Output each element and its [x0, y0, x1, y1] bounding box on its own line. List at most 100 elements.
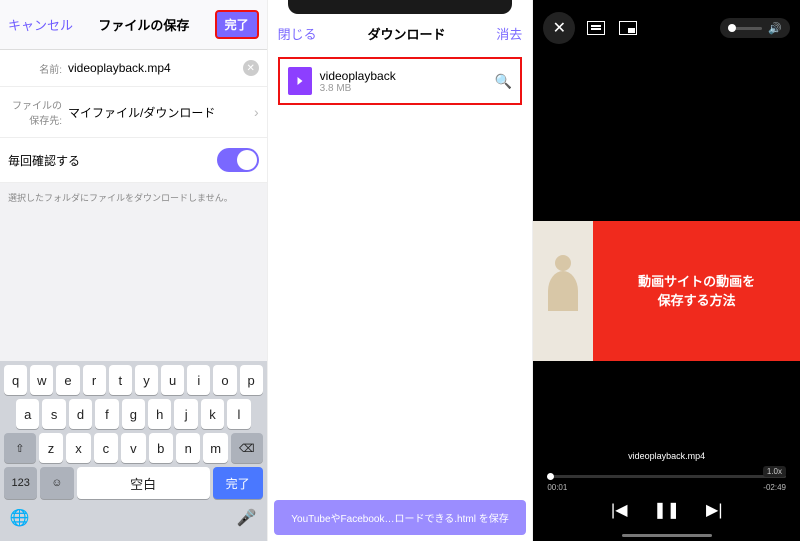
destination-row[interactable]: ファイルの保存先: マイファイル/ダウンロード ›	[0, 87, 267, 138]
filename-value[interactable]: videoplayback.mp4	[68, 61, 243, 75]
cancel-button[interactable]: キャンセル	[8, 15, 73, 34]
player-top-bar: ✕ 🔊	[533, 0, 800, 56]
video-area-bottom	[533, 361, 800, 451]
player-controls: 1.0x 00:01 -02:49 ▶| ❚❚ ▶|	[533, 467, 800, 530]
save-html-banner[interactable]: YouTubeやFacebook…ロードできる.html を保存	[274, 500, 527, 535]
progress-track[interactable]	[547, 475, 786, 478]
next-track-button[interactable]: ▶|	[706, 500, 722, 520]
video-filename: videoplayback.mp4	[533, 451, 800, 461]
key-s[interactable]: s	[42, 399, 65, 429]
key-y[interactable]: y	[135, 365, 158, 395]
keyboard: qwertyuiop asdfghjkl ⇧ zxcvbnm⌫ 123 ☺ 空白…	[0, 361, 267, 541]
reveal-file-icon[interactable]: 🔍	[495, 73, 512, 90]
emoji-key[interactable]: ☺	[40, 467, 73, 499]
confirm-label: 毎回確認する	[8, 152, 217, 169]
key-g[interactable]: g	[122, 399, 145, 429]
downloads-title: ダウンロード	[367, 24, 445, 43]
destination-label: ファイルの保存先:	[8, 97, 68, 127]
chevron-right-icon: ›	[254, 104, 259, 120]
keyboard-row-1: qwertyuiop	[4, 365, 263, 395]
volume-track[interactable]	[728, 27, 762, 30]
keyboard-system-row: 🌐 🎤	[4, 503, 263, 533]
key-m[interactable]: m	[203, 433, 227, 463]
clear-text-icon[interactable]: ✕	[243, 60, 259, 76]
numbers-key[interactable]: 123	[4, 467, 37, 499]
key-e[interactable]: e	[56, 365, 79, 395]
key-c[interactable]: c	[94, 433, 118, 463]
key-u[interactable]: u	[161, 365, 184, 395]
confirm-each-time-row: 毎回確認する	[0, 138, 267, 183]
key-t[interactable]: t	[109, 365, 132, 395]
key-w[interactable]: w	[30, 365, 53, 395]
download-item-name: videoplayback	[320, 69, 487, 83]
key-r[interactable]: r	[83, 365, 106, 395]
previous-track-button[interactable]: ▶|	[611, 500, 627, 520]
video-file-icon	[288, 67, 312, 95]
confirm-toggle[interactable]	[217, 148, 259, 172]
close-player-button[interactable]: ✕	[543, 12, 575, 44]
video-player-screen: ✕ 🔊 動画サイトの動画を 保存する方法 videoplayback.mp4 1…	[533, 0, 800, 541]
video-frame[interactable]: 動画サイトの動画を 保存する方法	[533, 221, 800, 361]
pause-button[interactable]: ❚❚	[653, 500, 680, 520]
space-key[interactable]: 空白	[77, 467, 210, 499]
keyboard-row-bottom: 123 ☺ 空白 完了	[4, 467, 263, 499]
keyboard-spacer	[39, 503, 229, 533]
sheet-grabber[interactable]	[288, 0, 513, 14]
video-frame-person	[533, 221, 593, 361]
key-x[interactable]: x	[66, 433, 90, 463]
player-top-left: ✕	[543, 12, 639, 44]
key-l[interactable]: l	[227, 399, 250, 429]
shift-key[interactable]: ⇧	[4, 433, 36, 463]
keyboard-row-2: asdfghjkl	[4, 399, 263, 429]
clear-button[interactable]: 消去	[496, 24, 522, 43]
save-file-screen: キャンセル ファイルの保存 完了 名前: videoplayback.mp4 ✕…	[0, 0, 267, 541]
spacer	[0, 212, 267, 361]
key-p[interactable]: p	[240, 365, 263, 395]
key-n[interactable]: n	[176, 433, 200, 463]
key-i[interactable]: i	[187, 365, 210, 395]
video-area-top	[533, 56, 800, 221]
keyboard-row-3: ⇧ zxcvbnm⌫	[4, 433, 263, 463]
subtitles-icon[interactable]	[585, 17, 607, 39]
delete-key[interactable]: ⌫	[231, 433, 263, 463]
download-item-info: videoplayback 3.8 MB	[320, 69, 487, 94]
key-d[interactable]: d	[69, 399, 92, 429]
time-labels: 00:01 -02:49	[547, 483, 786, 492]
downloads-header: 閉じる ダウンロード 消去	[268, 14, 533, 53]
transport-controls: ▶| ❚❚ ▶|	[547, 500, 786, 520]
close-button[interactable]: 閉じる	[278, 24, 317, 43]
downloads-screen: 閉じる ダウンロード 消去 videoplayback 3.8 MB 🔍 You…	[267, 0, 534, 541]
keyboard-done-key[interactable]: 完了	[213, 467, 263, 499]
key-b[interactable]: b	[149, 433, 173, 463]
key-f[interactable]: f	[95, 399, 118, 429]
key-o[interactable]: o	[213, 365, 236, 395]
time-remaining: -02:49	[763, 483, 786, 492]
filename-label: 名前:	[8, 61, 68, 76]
globe-key[interactable]: 🌐	[4, 503, 36, 533]
key-k[interactable]: k	[201, 399, 224, 429]
destination-value: マイファイル/ダウンロード	[68, 104, 254, 121]
key-z[interactable]: z	[39, 433, 63, 463]
spacer	[268, 105, 533, 494]
progress-bar[interactable]: 1.0x	[547, 471, 786, 481]
key-j[interactable]: j	[174, 399, 197, 429]
save-file-note: 選択したフォルダにファイルをダウンロードしません。	[0, 183, 267, 212]
video-frame-title-text: 動画サイトの動画を 保存する方法	[638, 272, 755, 311]
download-item-size: 3.8 MB	[320, 83, 487, 94]
key-h[interactable]: h	[148, 399, 171, 429]
volume-control[interactable]: 🔊	[720, 18, 790, 38]
time-current: 00:01	[547, 483, 567, 492]
key-v[interactable]: v	[121, 433, 145, 463]
save-file-title: ファイルの保存	[98, 15, 189, 34]
mic-key[interactable]: 🎤	[231, 503, 263, 533]
person-icon	[548, 271, 578, 311]
filename-row[interactable]: 名前: videoplayback.mp4 ✕	[0, 50, 267, 87]
home-indicator[interactable]	[622, 534, 712, 537]
playback-speed[interactable]: 1.0x	[763, 466, 786, 477]
key-a[interactable]: a	[16, 399, 39, 429]
download-item[interactable]: videoplayback 3.8 MB 🔍	[278, 57, 523, 105]
key-q[interactable]: q	[4, 365, 27, 395]
speaker-icon: 🔊	[768, 22, 782, 35]
done-button[interactable]: 完了	[215, 10, 259, 39]
pip-icon[interactable]	[617, 17, 639, 39]
